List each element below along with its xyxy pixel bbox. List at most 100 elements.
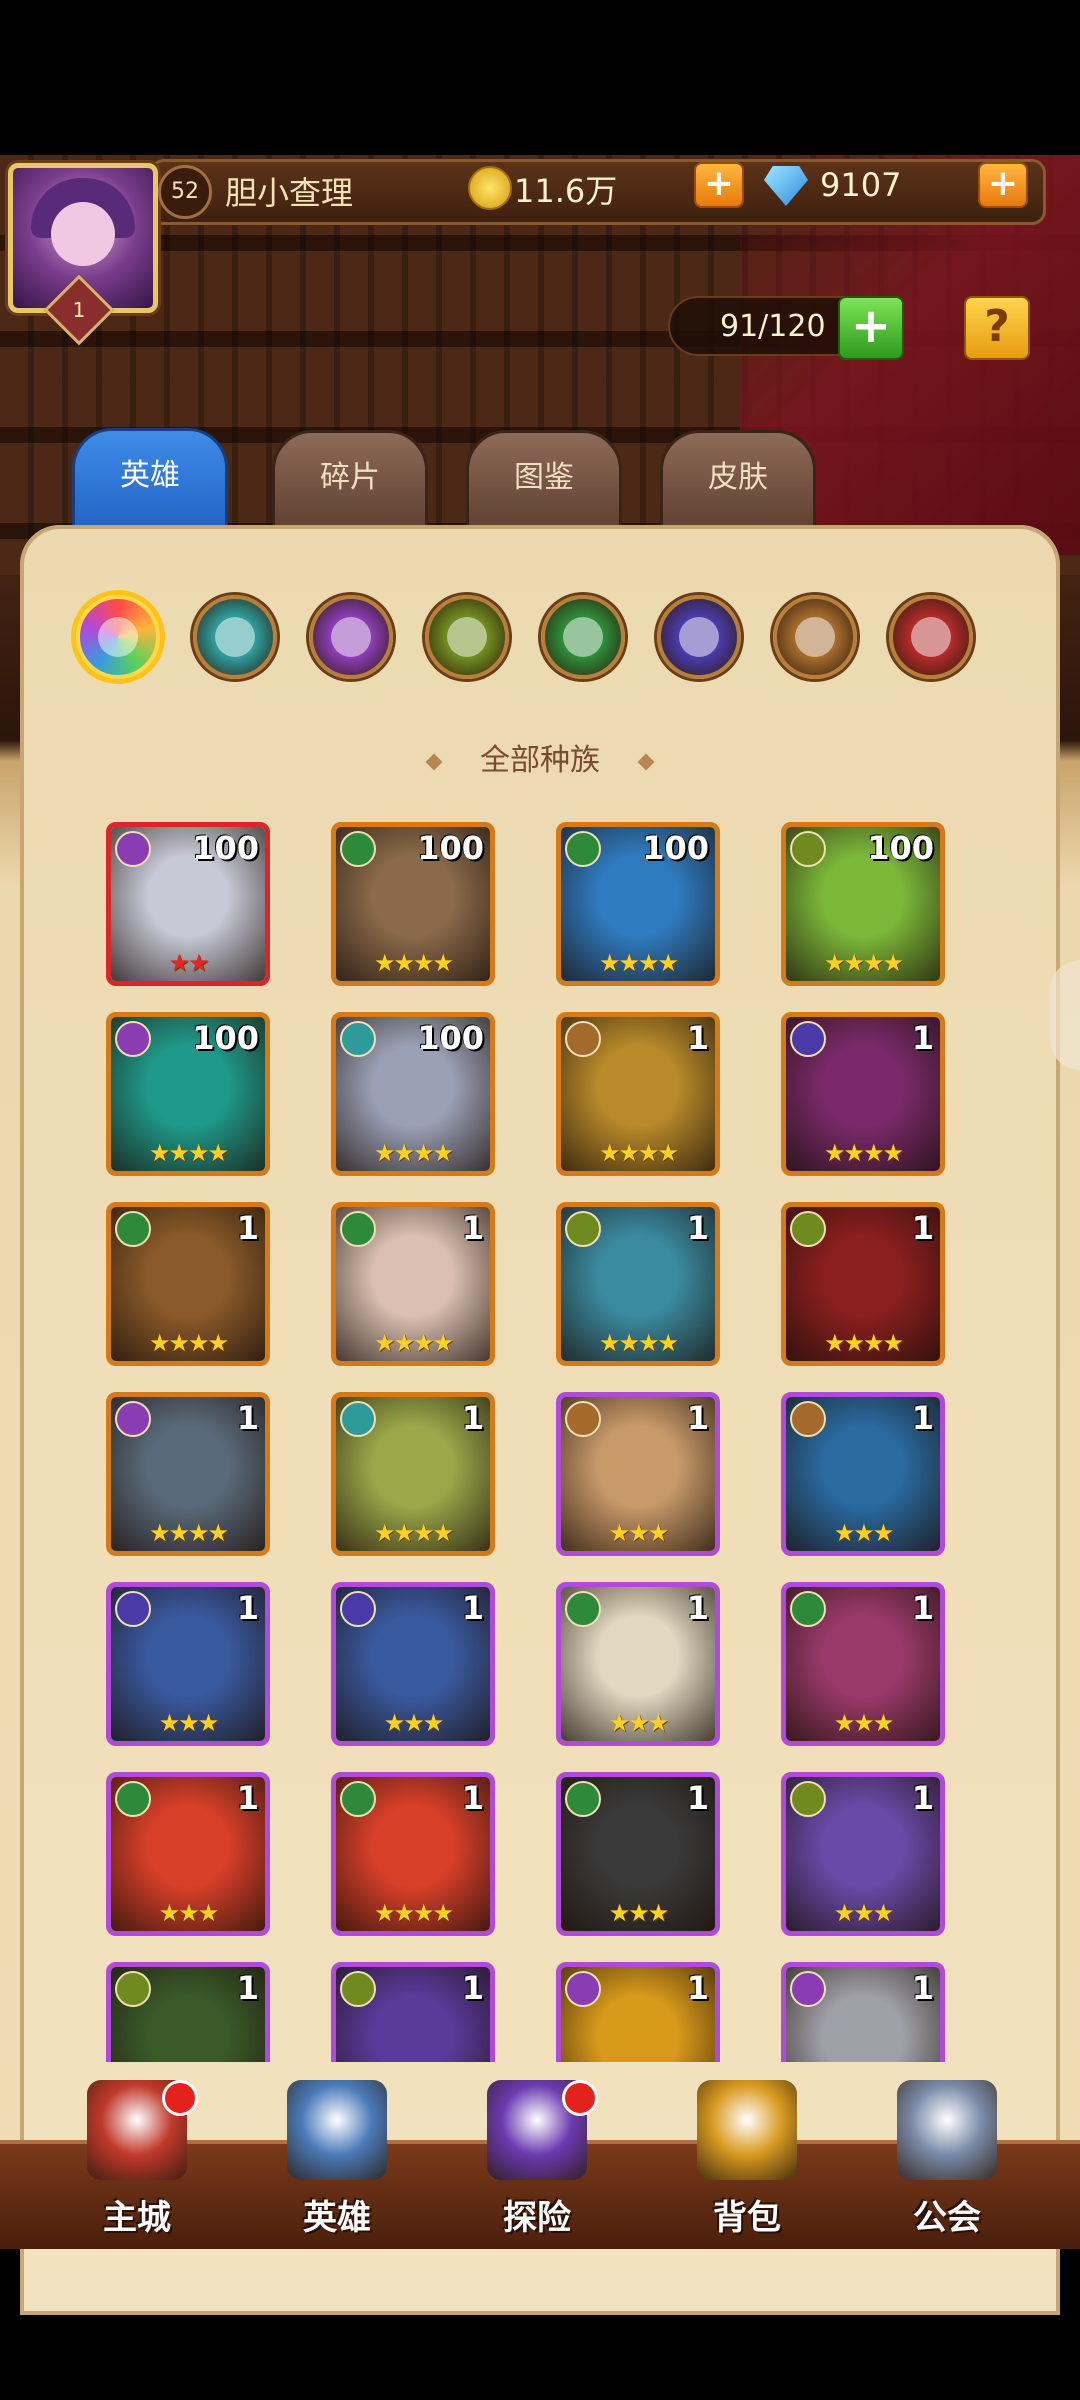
- hero-race-icon: [340, 1781, 376, 1817]
- hero-race-icon: [565, 1211, 601, 1247]
- hero-card[interactable]: 1 ★★★★: [106, 1202, 270, 1366]
- race-green-glyph: [563, 617, 603, 657]
- hero-card[interactable]: 1 ★★★★: [556, 1202, 720, 1366]
- hero-card[interactable]: 100 ★★★★: [781, 822, 945, 986]
- guild-icon: [897, 2080, 997, 2180]
- hero-race-icon: [340, 1971, 376, 2007]
- hero-stars: ★★★★: [823, 1139, 904, 1167]
- notification-dot: [162, 2080, 198, 2116]
- hero-card[interactable]: 1★★★: [106, 1582, 270, 1746]
- race-green-icon[interactable]: [541, 595, 625, 679]
- hero-card[interactable]: 1★★★: [106, 1772, 270, 1936]
- hero-level: 100: [192, 829, 259, 867]
- hero-stars: ★★★★: [373, 1139, 454, 1167]
- hero-level: 100: [867, 829, 934, 867]
- gem-amount: 9107: [820, 166, 902, 204]
- race-purple-icon[interactable]: [309, 595, 393, 679]
- hero-race-icon: [115, 1781, 151, 1817]
- hero-stars: ★★★★: [148, 1519, 229, 1547]
- hero-stars: ★★★★: [373, 1519, 454, 1547]
- race-red-icon[interactable]: [889, 595, 973, 679]
- hero-race-icon: [790, 1781, 826, 1817]
- backpack-icon: [697, 2080, 797, 2180]
- hero-race-icon: [790, 1401, 826, 1437]
- hero-stars: ★★★★: [373, 949, 454, 977]
- nav-label: 探险: [503, 2198, 571, 2238]
- hero-card[interactable]: 100 ★★★★: [556, 822, 720, 986]
- add-gems-button[interactable]: +: [978, 162, 1028, 208]
- hero-card[interactable]: 1★★★: [781, 1582, 945, 1746]
- hero-card[interactable]: 100 ★★: [106, 822, 270, 986]
- hero-card[interactable]: 1 ★★★★: [331, 1392, 495, 1556]
- hero-card[interactable]: 100 ★★★★: [331, 822, 495, 986]
- hero-card[interactable]: 1★★★: [106, 1962, 270, 2062]
- hero-card[interactable]: 1 ★★★★: [781, 1202, 945, 1366]
- all-races-icon[interactable]: [76, 595, 160, 679]
- tab-collection[interactable]: 图鉴: [466, 430, 622, 536]
- hero-race-icon: [115, 1591, 151, 1627]
- hero-race-icon: [790, 1021, 826, 1057]
- hero-level: 1: [686, 1209, 709, 1247]
- hero-card[interactable]: 100 ★★★★: [331, 1012, 495, 1176]
- hero-race-icon: [340, 1021, 376, 1057]
- hero-card[interactable]: 1 ★★★★: [106, 1392, 270, 1556]
- hero-race-icon: [790, 1591, 826, 1627]
- hero-stars: ★★★★: [598, 1139, 679, 1167]
- hero-card[interactable]: 1★★★: [556, 1392, 720, 1556]
- hero-level: 1: [236, 1779, 259, 1817]
- hero-level: 1: [911, 1399, 934, 1437]
- hero-stars: ★★★★: [823, 949, 904, 977]
- side-drawer-handle[interactable]: [1050, 960, 1080, 1070]
- race-red-glyph: [911, 617, 951, 657]
- race-filter-title: 全部种族: [0, 735, 1080, 779]
- hero-card[interactable]: 1 ★★★★: [331, 1772, 495, 1936]
- hero-stars: ★★★★: [373, 1329, 454, 1357]
- hero-stars: ★★★★: [148, 1329, 229, 1357]
- notification-dot: [562, 2080, 598, 2116]
- nav-hero[interactable]: 英雄: [252, 2080, 422, 2245]
- race-blue-icon[interactable]: [193, 595, 277, 679]
- hero-race-icon: [790, 831, 826, 867]
- hero-card[interactable]: 1★★★: [556, 1962, 720, 2062]
- tab-fragments[interactable]: 碎片: [272, 430, 428, 536]
- nav-backpack[interactable]: 背包: [662, 2080, 832, 2245]
- hero-card[interactable]: 1★★★: [781, 1772, 945, 1936]
- player-level: 52: [158, 165, 212, 219]
- hero-level: 100: [417, 1019, 484, 1057]
- hero-card[interactable]: 1 ★★★★: [781, 1012, 945, 1176]
- nav-guild[interactable]: 公会: [862, 2080, 1032, 2245]
- hero-card[interactable]: 1★★★: [556, 1582, 720, 1746]
- hero-race-icon: [340, 1211, 376, 1247]
- hero-card[interactable]: 1★★★: [781, 1962, 945, 2062]
- hero-card[interactable]: 100 ★★★★: [106, 1012, 270, 1176]
- hero-card[interactable]: 1 ★★★★: [556, 1012, 720, 1176]
- hero-level: 1: [461, 1399, 484, 1437]
- expand-roster-button[interactable]: +: [838, 296, 904, 360]
- nav-label: 英雄: [303, 2198, 371, 2238]
- hero-card[interactable]: 1 ★★★★: [331, 1202, 495, 1366]
- hero-grid: 100 ★★ 100 ★★★★ 100 ★★★★ 100 ★★★★ 100 ★★★★ 100 ★★★★…: [106, 822, 956, 2062]
- help-button[interactable]: ?: [964, 296, 1030, 360]
- hero-card[interactable]: 1★★★: [556, 1772, 720, 1936]
- add-gold-button[interactable]: +: [694, 162, 744, 208]
- hero-stars: ★★★: [383, 1709, 445, 1737]
- hero-card[interactable]: 1★★★: [781, 1392, 945, 1556]
- hero-race-icon: [565, 1971, 601, 2007]
- race-olive-icon[interactable]: [425, 595, 509, 679]
- gold-coin-icon: [468, 166, 512, 210]
- tab-skins[interactable]: 皮肤: [660, 430, 816, 536]
- nav-castle[interactable]: 主城: [52, 2080, 222, 2245]
- nav-label: 主城: [103, 2198, 171, 2238]
- race-blue-glyph: [215, 617, 255, 657]
- hero-race-icon: [790, 1211, 826, 1247]
- hero-stars: ★★★: [608, 1899, 670, 1927]
- hero-card[interactable]: 1★★★: [331, 1962, 495, 2062]
- hero-race-icon: [565, 1401, 601, 1437]
- hero-level: 1: [461, 1209, 484, 1247]
- race-indigo-icon[interactable]: [657, 595, 741, 679]
- hero-card[interactable]: 1★★★: [331, 1582, 495, 1746]
- nav-portal[interactable]: 探险: [452, 2080, 622, 2245]
- race-bronze-icon[interactable]: [773, 595, 857, 679]
- hero-level: 100: [192, 1019, 259, 1057]
- hero-race-icon: [115, 1211, 151, 1247]
